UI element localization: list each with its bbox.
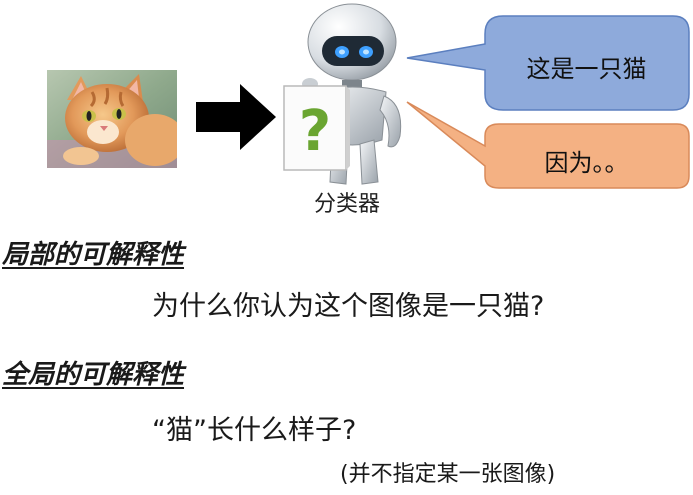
arrow-right-icon — [196, 84, 276, 150]
reason-text: 因为。。 — [544, 149, 629, 177]
local-interpretability-heading: 局部的可解释性 — [2, 240, 185, 270]
global-note: (并不指定某一张图像) — [340, 462, 556, 487]
classifier-label: 分类器 — [313, 192, 380, 217]
answer-text: 这是一只猫 — [526, 55, 647, 83]
global-interpretability-heading: 全局的可解释性 — [2, 360, 185, 390]
svg-text:?: ? — [299, 99, 331, 164]
local-question: 为什么你认为这个图像是一只猫? — [152, 291, 545, 322]
cat-image — [47, 70, 177, 168]
global-question: “猫”长什么样子? — [152, 415, 357, 446]
